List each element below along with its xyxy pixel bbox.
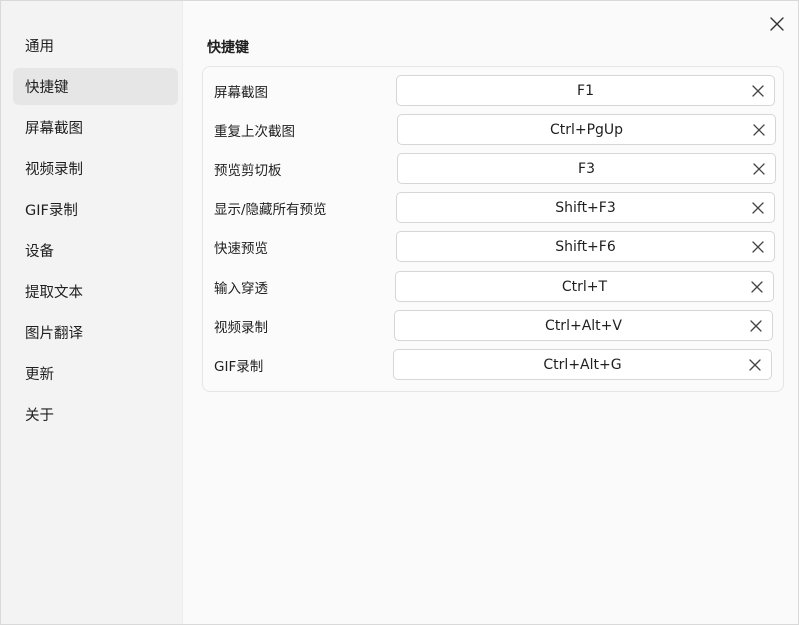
sidebar-item-devices[interactable]: 设备 bbox=[13, 232, 178, 269]
sidebar-item-update[interactable]: 更新 bbox=[13, 355, 178, 392]
hotkey-value: Ctrl+T bbox=[561, 278, 608, 295]
hotkey-input-preview-clipboard[interactable]: F3 bbox=[397, 153, 776, 184]
sidebar-item-gif-recording[interactable]: GIF录制 bbox=[13, 191, 178, 228]
hotkey-input-video-recording[interactable]: Ctrl+Alt+V bbox=[394, 310, 773, 341]
clear-icon bbox=[752, 84, 764, 97]
shortcut-label: GIF录制 bbox=[214, 358, 264, 375]
clear-hotkey-button[interactable] bbox=[749, 279, 765, 295]
sidebar-item-label: 设备 bbox=[25, 244, 54, 260]
shortcut-label: 显示/隐藏所有预览 bbox=[214, 201, 327, 218]
hotkey-input-quick-preview[interactable]: Shift+F6 bbox=[396, 231, 775, 262]
sidebar-item-label: 屏幕截图 bbox=[25, 121, 83, 137]
shortcut-label: 屏幕截图 bbox=[214, 84, 268, 101]
sidebar-item-image-translate[interactable]: 图片翻译 bbox=[13, 314, 178, 351]
sidebar-item-general[interactable]: 通用 bbox=[13, 27, 178, 64]
hotkey-input-toggle-previews[interactable]: Shift+F3 bbox=[396, 192, 775, 223]
shortcut-row-input-passthrough: 输入穿透 Ctrl+T bbox=[203, 270, 783, 303]
sidebar-item-label: GIF录制 bbox=[25, 203, 78, 219]
clear-hotkey-button[interactable] bbox=[750, 83, 766, 99]
sidebar-item-video-recording[interactable]: 视频录制 bbox=[13, 150, 178, 187]
sidebar-item-screenshot[interactable]: 屏幕截图 bbox=[13, 109, 178, 146]
sidebar-item-about[interactable]: 关于 bbox=[13, 396, 178, 433]
hotkey-value: Ctrl+Alt+G bbox=[543, 356, 622, 373]
close-button[interactable] bbox=[766, 13, 788, 35]
shortcut-label: 重复上次截图 bbox=[214, 123, 295, 140]
close-icon bbox=[770, 17, 784, 31]
hotkey-input-gif-recording[interactable]: Ctrl+Alt+G bbox=[393, 349, 772, 380]
clear-icon bbox=[751, 280, 763, 293]
shortcut-row-screenshot: 屏幕截图 F1 bbox=[203, 74, 783, 107]
hotkey-value: Shift+F6 bbox=[555, 238, 616, 255]
clear-icon bbox=[750, 319, 762, 332]
clear-hotkey-button[interactable] bbox=[750, 239, 766, 255]
clear-icon bbox=[752, 201, 764, 214]
shortcut-label: 快速预览 bbox=[214, 240, 268, 257]
main-panel: 快捷键 屏幕截图 F1 重复上次截图 Ctrl+PgUp 预览剪切板 F3 显示… bbox=[183, 1, 798, 624]
sidebar-item-shortcuts[interactable]: 快捷键 bbox=[13, 68, 178, 105]
sidebar-item-label: 更新 bbox=[25, 367, 54, 383]
shortcut-row-toggle-previews: 显示/隐藏所有预览 Shift+F3 bbox=[203, 191, 783, 224]
sidebar-item-label: 视频录制 bbox=[25, 162, 83, 178]
hotkey-input-screenshot[interactable]: F1 bbox=[396, 75, 775, 106]
clear-icon bbox=[749, 358, 761, 371]
shortcut-label: 输入穿透 bbox=[214, 280, 268, 297]
shortcut-label: 视频录制 bbox=[214, 319, 268, 336]
sidebar-item-label: 快捷键 bbox=[25, 80, 69, 96]
sidebar: 通用 快捷键 屏幕截图 视频录制 GIF录制 设备 提取文本 图片翻译 更新 关… bbox=[1, 1, 183, 624]
hotkey-value: F3 bbox=[578, 160, 595, 177]
clear-hotkey-button[interactable] bbox=[751, 161, 767, 177]
shortcut-label: 预览剪切板 bbox=[214, 162, 282, 179]
sidebar-item-label: 提取文本 bbox=[25, 285, 83, 301]
clear-icon bbox=[753, 162, 765, 175]
shortcut-row-video-recording: 视频录制 Ctrl+Alt+V bbox=[203, 309, 783, 342]
clear-hotkey-button[interactable] bbox=[747, 357, 763, 373]
hotkey-value: Ctrl+Alt+V bbox=[545, 317, 622, 334]
shortcut-row-repeat-screenshot: 重复上次截图 Ctrl+PgUp bbox=[203, 113, 783, 146]
sidebar-item-label: 通用 bbox=[25, 39, 54, 55]
shortcut-row-gif-recording: GIF录制 Ctrl+Alt+G bbox=[203, 348, 783, 381]
sidebar-item-extract-text[interactable]: 提取文本 bbox=[13, 273, 178, 310]
clear-hotkey-button[interactable] bbox=[750, 200, 766, 216]
clear-hotkey-button[interactable] bbox=[748, 318, 764, 334]
clear-hotkey-button[interactable] bbox=[751, 122, 767, 138]
shortcuts-card: 屏幕截图 F1 重复上次截图 Ctrl+PgUp 预览剪切板 F3 显示/隐藏所… bbox=[202, 66, 784, 392]
shortcut-row-quick-preview: 快速预览 Shift+F6 bbox=[203, 230, 783, 263]
hotkey-value: F1 bbox=[577, 82, 594, 99]
hotkey-input-input-passthrough[interactable]: Ctrl+T bbox=[395, 271, 774, 302]
shortcut-row-preview-clipboard: 预览剪切板 F3 bbox=[203, 152, 783, 185]
hotkey-input-repeat-screenshot[interactable]: Ctrl+PgUp bbox=[397, 114, 776, 145]
clear-icon bbox=[752, 240, 764, 253]
settings-window: 通用 快捷键 屏幕截图 视频录制 GIF录制 设备 提取文本 图片翻译 更新 关… bbox=[0, 0, 799, 625]
clear-icon bbox=[753, 123, 765, 136]
sidebar-item-label: 图片翻译 bbox=[25, 326, 83, 342]
hotkey-value: Ctrl+PgUp bbox=[549, 121, 624, 138]
section-title: 快捷键 bbox=[207, 40, 249, 56]
hotkey-value: Shift+F3 bbox=[555, 199, 616, 216]
sidebar-item-label: 关于 bbox=[25, 408, 54, 424]
